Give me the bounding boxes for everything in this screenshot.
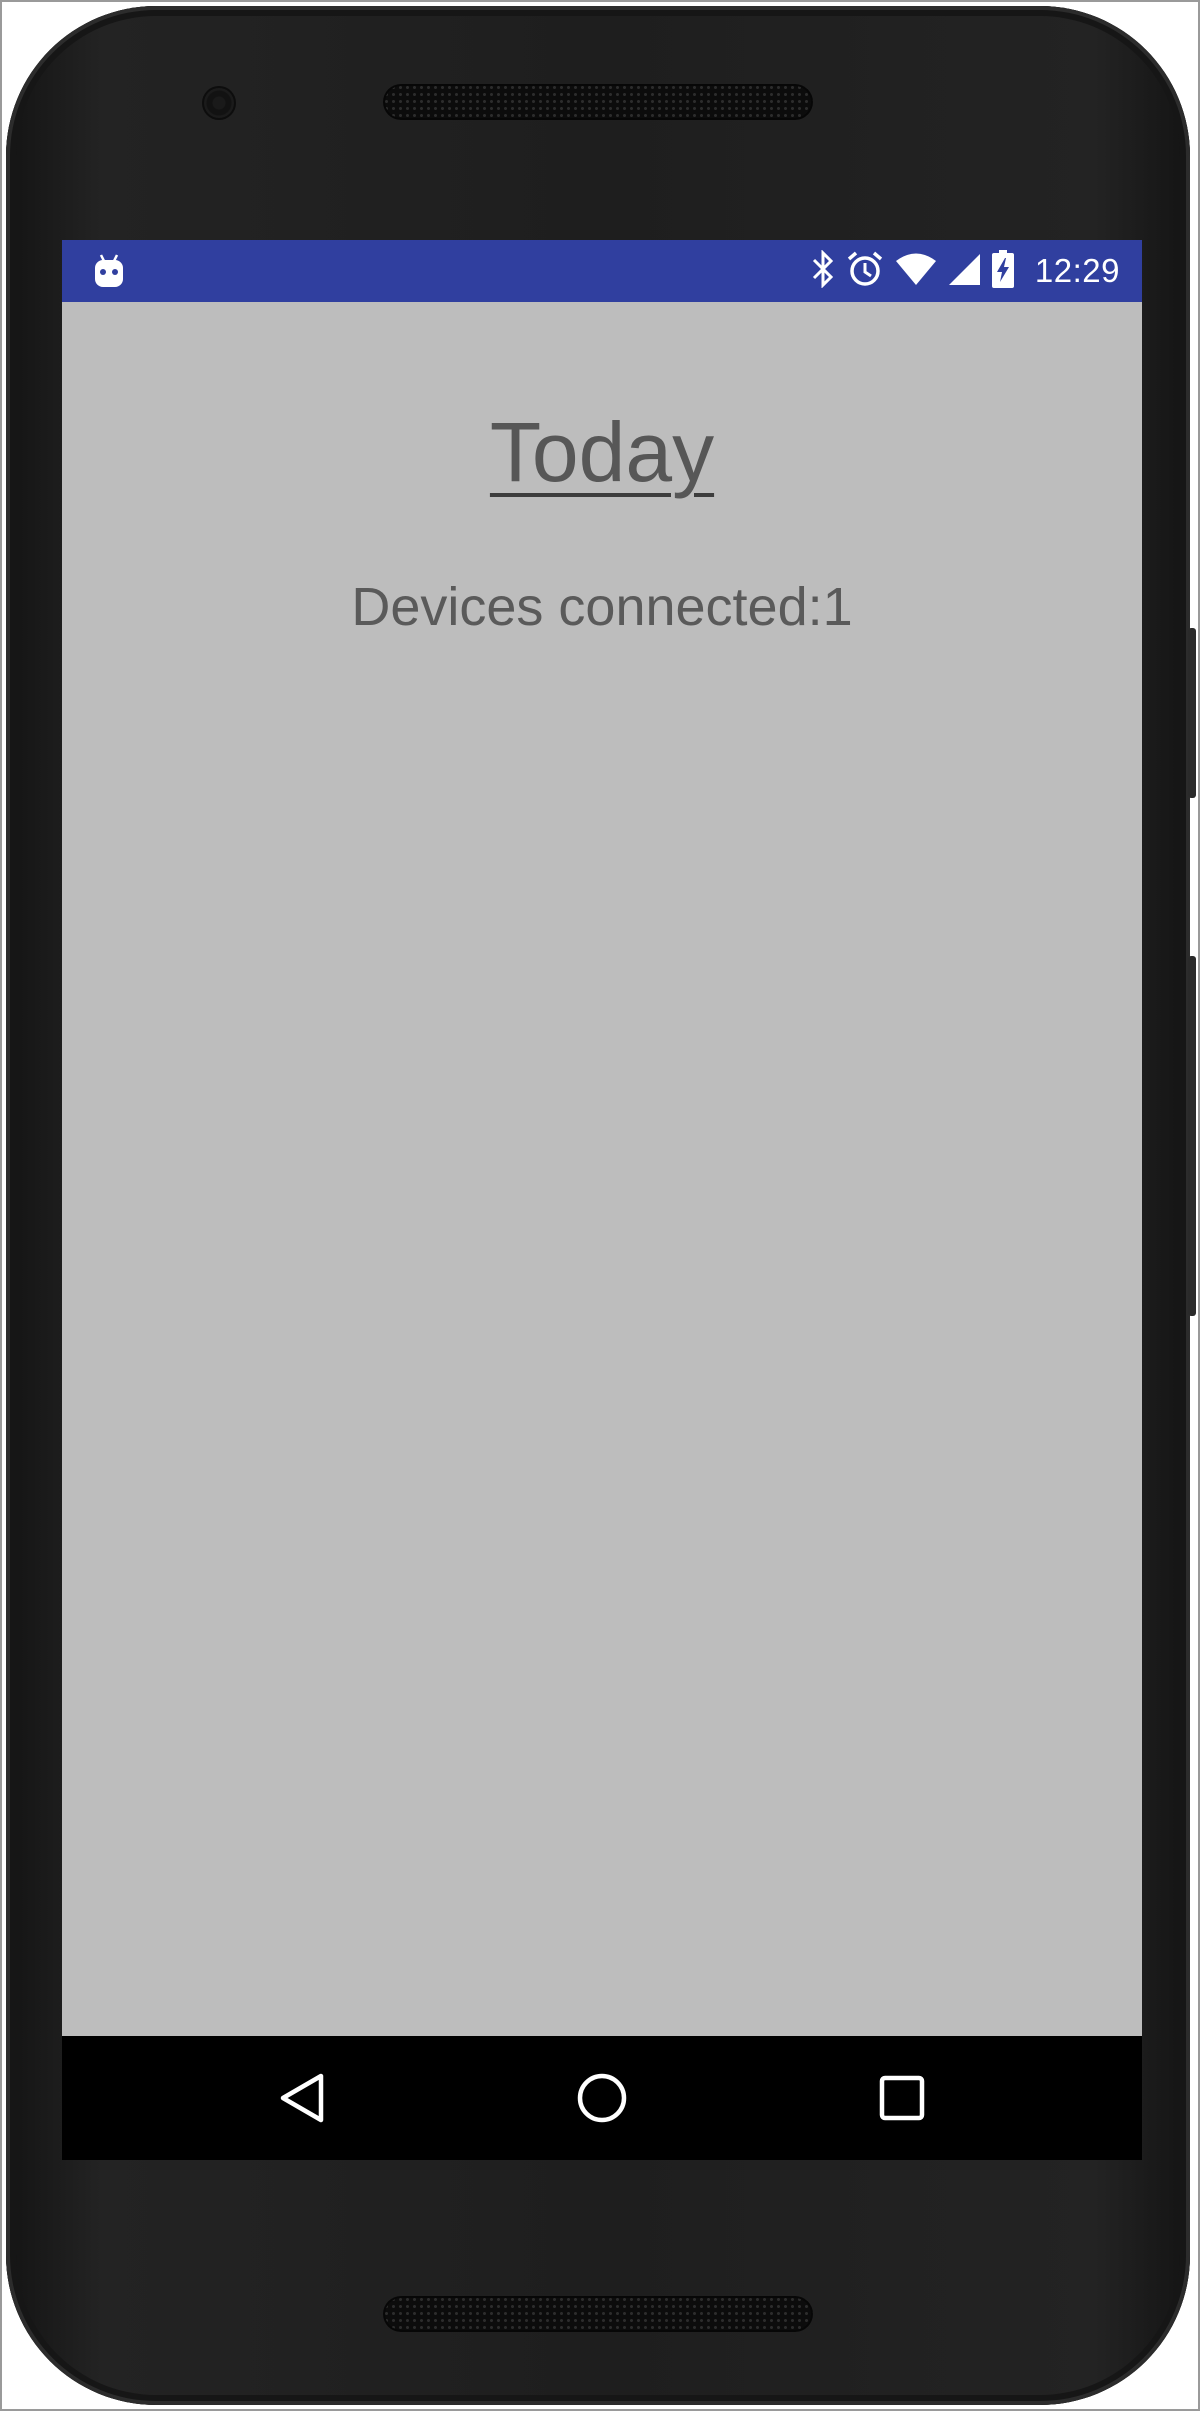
- status-time: 12:29: [1034, 252, 1120, 289]
- phone-device-frame: 12:29 Today Devices connected:1: [6, 6, 1196, 2405]
- home-icon[interactable]: [564, 2060, 640, 2136]
- top-speaker-grille: [383, 84, 813, 120]
- status-bar: 12:29: [62, 240, 1142, 302]
- alarm-icon: [845, 249, 885, 294]
- device-screen: 12:29 Today Devices connected:1: [62, 240, 1142, 2160]
- wifi-icon: [895, 252, 937, 291]
- power-button: [1188, 628, 1196, 798]
- recents-icon[interactable]: [864, 2060, 940, 2136]
- battery-charging-icon: [991, 249, 1015, 294]
- back-icon[interactable]: [264, 2060, 340, 2136]
- bottom-speaker-grille: [383, 2296, 813, 2332]
- page-title: Today: [62, 410, 1142, 494]
- navigation-bar: [62, 2036, 1142, 2160]
- bluetooth-icon: [811, 248, 835, 293]
- devices-connected-label: Devices connected:1: [351, 577, 853, 637]
- cellular-signal-icon: [947, 252, 981, 291]
- title-text: Today: [489, 405, 715, 499]
- front-camera: [202, 86, 236, 120]
- android-robot-icon: [92, 253, 126, 294]
- main-content: Today Devices connected:1: [62, 302, 1142, 2036]
- volume-button: [1188, 956, 1196, 1316]
